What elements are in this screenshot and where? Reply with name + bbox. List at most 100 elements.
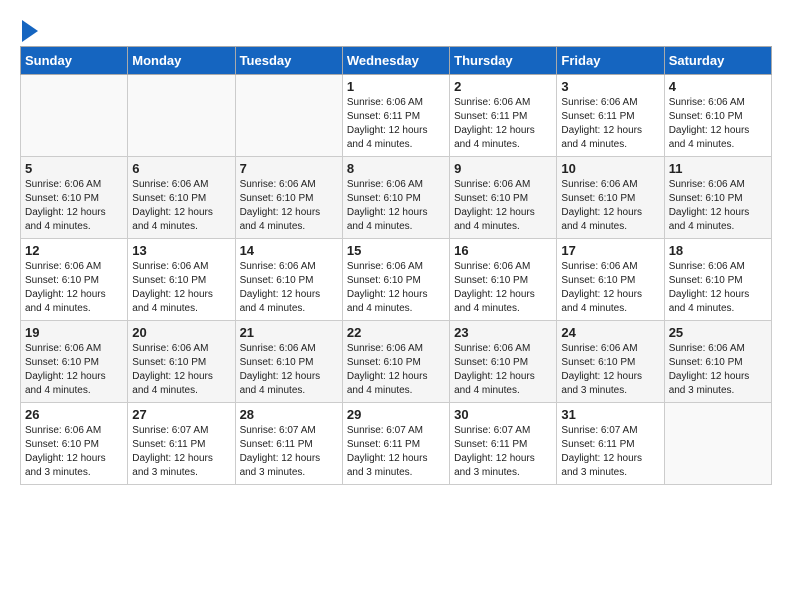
weekday-header-sunday: Sunday: [21, 47, 128, 75]
calendar-cell-w1d5: 10 Sunrise: 6:06 AM Sunset: 6:10 PM Dayli…: [557, 157, 664, 239]
day-info: Sunrise: 6:06 AM Sunset: 6:10 PM Dayligh…: [561, 260, 659, 316]
calendar-cell-w3d0: 19 Sunrise: 6:06 AM Sunset: 6:10 PM Dayli…: [21, 321, 128, 403]
calendar-cell-w1d6: 11 Sunrise: 6:06 AM Sunset: 6:10 PM Dayli…: [664, 157, 771, 239]
day-info: Sunrise: 6:06 AM Sunset: 6:10 PM Dayligh…: [240, 178, 338, 234]
day-info: Sunrise: 6:06 AM Sunset: 6:10 PM Dayligh…: [240, 260, 338, 316]
calendar-cell-w3d6: 25 Sunrise: 6:06 AM Sunset: 6:10 PM Dayli…: [664, 321, 771, 403]
day-number: 19: [25, 325, 123, 340]
day-number: 22: [347, 325, 445, 340]
week-row-1: 5 Sunrise: 6:06 AM Sunset: 6:10 PM Daylig…: [21, 157, 772, 239]
day-number: 27: [132, 407, 230, 422]
day-info: Sunrise: 6:07 AM Sunset: 6:11 PM Dayligh…: [132, 424, 230, 480]
day-number: 13: [132, 243, 230, 258]
day-number: 7: [240, 161, 338, 176]
calendar-cell-w4d1: 27 Sunrise: 6:07 AM Sunset: 6:11 PM Dayli…: [128, 403, 235, 485]
day-info: Sunrise: 6:06 AM Sunset: 6:10 PM Dayligh…: [347, 178, 445, 234]
day-info: Sunrise: 6:06 AM Sunset: 6:11 PM Dayligh…: [561, 96, 659, 152]
weekday-header-row: SundayMondayTuesdayWednesdayThursdayFrid…: [21, 47, 772, 75]
weekday-header-wednesday: Wednesday: [342, 47, 449, 75]
day-info: Sunrise: 6:06 AM Sunset: 6:10 PM Dayligh…: [25, 178, 123, 234]
calendar-cell-w4d6: [664, 403, 771, 485]
day-number: 31: [561, 407, 659, 422]
calendar-cell-w0d5: 3 Sunrise: 6:06 AM Sunset: 6:11 PM Daylig…: [557, 75, 664, 157]
day-number: 17: [561, 243, 659, 258]
calendar-table: SundayMondayTuesdayWednesdayThursdayFrid…: [20, 46, 772, 485]
day-info: Sunrise: 6:06 AM Sunset: 6:10 PM Dayligh…: [561, 342, 659, 398]
day-number: 24: [561, 325, 659, 340]
day-info: Sunrise: 6:07 AM Sunset: 6:11 PM Dayligh…: [347, 424, 445, 480]
day-number: 9: [454, 161, 552, 176]
day-number: 10: [561, 161, 659, 176]
calendar-cell-w3d4: 23 Sunrise: 6:06 AM Sunset: 6:10 PM Dayli…: [450, 321, 557, 403]
calendar-cell-w2d4: 16Sunrise: 6:06 AM Sunset: 6:10 PM Dayli…: [450, 239, 557, 321]
weekday-header-tuesday: Tuesday: [235, 47, 342, 75]
day-info: Sunrise: 6:06 AM Sunset: 6:10 PM Dayligh…: [132, 178, 230, 234]
header: [20, 20, 772, 38]
calendar-cell-w3d3: 22Sunrise: 6:06 AM Sunset: 6:10 PM Dayli…: [342, 321, 449, 403]
day-info: Sunrise: 6:06 AM Sunset: 6:11 PM Dayligh…: [454, 96, 552, 152]
day-number: 30: [454, 407, 552, 422]
day-info: Sunrise: 6:06 AM Sunset: 6:10 PM Dayligh…: [25, 342, 123, 398]
logo-arrow-icon: [22, 20, 38, 42]
day-number: 6: [132, 161, 230, 176]
day-info: Sunrise: 6:06 AM Sunset: 6:10 PM Dayligh…: [25, 424, 123, 480]
weekday-header-thursday: Thursday: [450, 47, 557, 75]
day-info: Sunrise: 6:06 AM Sunset: 6:10 PM Dayligh…: [669, 96, 767, 152]
calendar-cell-w3d5: 24 Sunrise: 6:06 AM Sunset: 6:10 PM Dayli…: [557, 321, 664, 403]
day-info: Sunrise: 6:06 AM Sunset: 6:10 PM Dayligh…: [25, 260, 123, 316]
day-number: 12: [25, 243, 123, 258]
day-info: Sunrise: 6:06 AM Sunset: 6:10 PM Dayligh…: [454, 260, 552, 316]
calendar-cell-w4d0: 26 Sunrise: 6:06 AM Sunset: 6:10 PM Dayli…: [21, 403, 128, 485]
day-number: 21: [240, 325, 338, 340]
calendar-cell-w2d2: 14 Sunrise: 6:06 AM Sunset: 6:10 PM Dayli…: [235, 239, 342, 321]
calendar-cell-w3d1: 20 Sunrise: 6:06 AM Sunset: 6:10 PM Dayli…: [128, 321, 235, 403]
calendar-cell-w1d4: 9Sunrise: 6:06 AM Sunset: 6:10 PM Daylig…: [450, 157, 557, 239]
day-number: 5: [25, 161, 123, 176]
day-number: 11: [669, 161, 767, 176]
calendar-cell-w1d1: 6 Sunrise: 6:06 AM Sunset: 6:10 PM Daylig…: [128, 157, 235, 239]
day-number: 20: [132, 325, 230, 340]
calendar-cell-w0d2: [235, 75, 342, 157]
day-number: 2: [454, 79, 552, 94]
day-info: Sunrise: 6:06 AM Sunset: 6:10 PM Dayligh…: [454, 342, 552, 398]
day-info: Sunrise: 6:07 AM Sunset: 6:11 PM Dayligh…: [240, 424, 338, 480]
calendar-cell-w3d2: 21Sunrise: 6:06 AM Sunset: 6:10 PM Dayli…: [235, 321, 342, 403]
day-info: Sunrise: 6:06 AM Sunset: 6:10 PM Dayligh…: [561, 178, 659, 234]
day-info: Sunrise: 6:07 AM Sunset: 6:11 PM Dayligh…: [561, 424, 659, 480]
week-row-2: 12 Sunrise: 6:06 AM Sunset: 6:10 PM Dayli…: [21, 239, 772, 321]
day-number: 14: [240, 243, 338, 258]
calendar-cell-w2d6: 18Sunrise: 6:06 AM Sunset: 6:10 PM Dayli…: [664, 239, 771, 321]
calendar-cell-w2d3: 15Sunrise: 6:06 AM Sunset: 6:10 PM Dayli…: [342, 239, 449, 321]
day-number: 25: [669, 325, 767, 340]
week-row-4: 26 Sunrise: 6:06 AM Sunset: 6:10 PM Dayli…: [21, 403, 772, 485]
day-number: 18: [669, 243, 767, 258]
calendar-cell-w0d3: 1 Sunrise: 6:06 AM Sunset: 6:11 PM Daylig…: [342, 75, 449, 157]
calendar-cell-w0d4: 2 Sunrise: 6:06 AM Sunset: 6:11 PM Daylig…: [450, 75, 557, 157]
week-row-0: 1 Sunrise: 6:06 AM Sunset: 6:11 PM Daylig…: [21, 75, 772, 157]
day-number: 3: [561, 79, 659, 94]
calendar-page: SundayMondayTuesdayWednesdayThursdayFrid…: [0, 0, 792, 495]
calendar-cell-w4d5: 31 Sunrise: 6:07 AM Sunset: 6:11 PM Dayli…: [557, 403, 664, 485]
weekday-header-saturday: Saturday: [664, 47, 771, 75]
day-info: Sunrise: 6:06 AM Sunset: 6:10 PM Dayligh…: [132, 342, 230, 398]
weekday-header-monday: Monday: [128, 47, 235, 75]
day-info: Sunrise: 6:06 AM Sunset: 6:11 PM Dayligh…: [347, 96, 445, 152]
day-number: 8: [347, 161, 445, 176]
calendar-cell-w4d4: 30 Sunrise: 6:07 AM Sunset: 6:11 PM Dayli…: [450, 403, 557, 485]
calendar-cell-w2d5: 17 Sunrise: 6:06 AM Sunset: 6:10 PM Dayli…: [557, 239, 664, 321]
day-info: Sunrise: 6:06 AM Sunset: 6:10 PM Dayligh…: [132, 260, 230, 316]
day-number: 1: [347, 79, 445, 94]
day-number: 23: [454, 325, 552, 340]
day-info: Sunrise: 6:06 AM Sunset: 6:10 PM Dayligh…: [669, 342, 767, 398]
calendar-cell-w2d0: 12 Sunrise: 6:06 AM Sunset: 6:10 PM Dayli…: [21, 239, 128, 321]
day-info: Sunrise: 6:07 AM Sunset: 6:11 PM Dayligh…: [454, 424, 552, 480]
day-number: 26: [25, 407, 123, 422]
weekday-header-friday: Friday: [557, 47, 664, 75]
calendar-cell-w0d6: 4 Sunrise: 6:06 AM Sunset: 6:10 PM Daylig…: [664, 75, 771, 157]
calendar-cell-w4d3: 29Sunrise: 6:07 AM Sunset: 6:11 PM Dayli…: [342, 403, 449, 485]
day-number: 28: [240, 407, 338, 422]
calendar-cell-w0d0: [21, 75, 128, 157]
day-info: Sunrise: 6:06 AM Sunset: 6:10 PM Dayligh…: [669, 178, 767, 234]
day-number: 4: [669, 79, 767, 94]
calendar-cell-w2d1: 13 Sunrise: 6:06 AM Sunset: 6:10 PM Dayli…: [128, 239, 235, 321]
